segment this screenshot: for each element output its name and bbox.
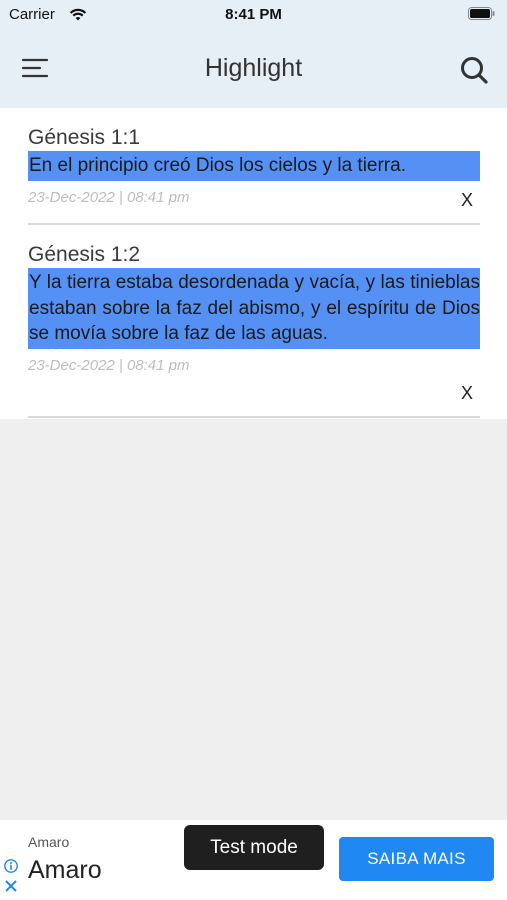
highlight-date: 23-Dec-2022 | 08:41 pm [28, 188, 190, 206]
page-title: Highlight [204, 54, 303, 82]
ad-advertiser-label: Amaro [28, 834, 70, 850]
saiba-mais-button[interactable]: SAIBA MAIS [339, 837, 494, 881]
remove-highlight-button[interactable]: X [455, 383, 479, 404]
close-icon[interactable] [4, 879, 18, 893]
divider [28, 416, 480, 418]
ad-banner[interactable]: Amaro Amaro Test mode SAIBA MAIS [0, 820, 507, 900]
highlighted-verse-text: En el principio creó Dios los cielos y l… [28, 151, 480, 181]
status-bar: Carrier 8:41 PM [0, 0, 507, 28]
verse-reference: Génesis 1:1 [28, 126, 141, 149]
test-mode-badge: Test mode [184, 825, 324, 870]
search-icon[interactable] [459, 55, 489, 85]
remove-highlight-button[interactable]: X [455, 190, 479, 211]
highlighted-verse-text: Y la tierra estaba desordenada y vacía, … [28, 268, 480, 349]
highlight-list: Génesis 1:1 En el principio creó Dios lo… [0, 108, 507, 419]
status-time: 8:41 PM [225, 6, 282, 23]
divider [28, 223, 480, 225]
ad-advertiser-name[interactable]: Amaro [28, 856, 102, 885]
highlight-item: Génesis 1:1 En el principio creó Dios lo… [28, 126, 480, 206]
nav-header: Highlight [0, 28, 507, 108]
highlight-item: Génesis 1:2 Y la tierra estaba desordena… [28, 243, 480, 374]
verse-reference: Génesis 1:2 [28, 243, 141, 266]
info-icon[interactable] [4, 859, 18, 873]
battery-icon [468, 7, 495, 20]
highlight-date: 23-Dec-2022 | 08:41 pm [28, 356, 190, 374]
